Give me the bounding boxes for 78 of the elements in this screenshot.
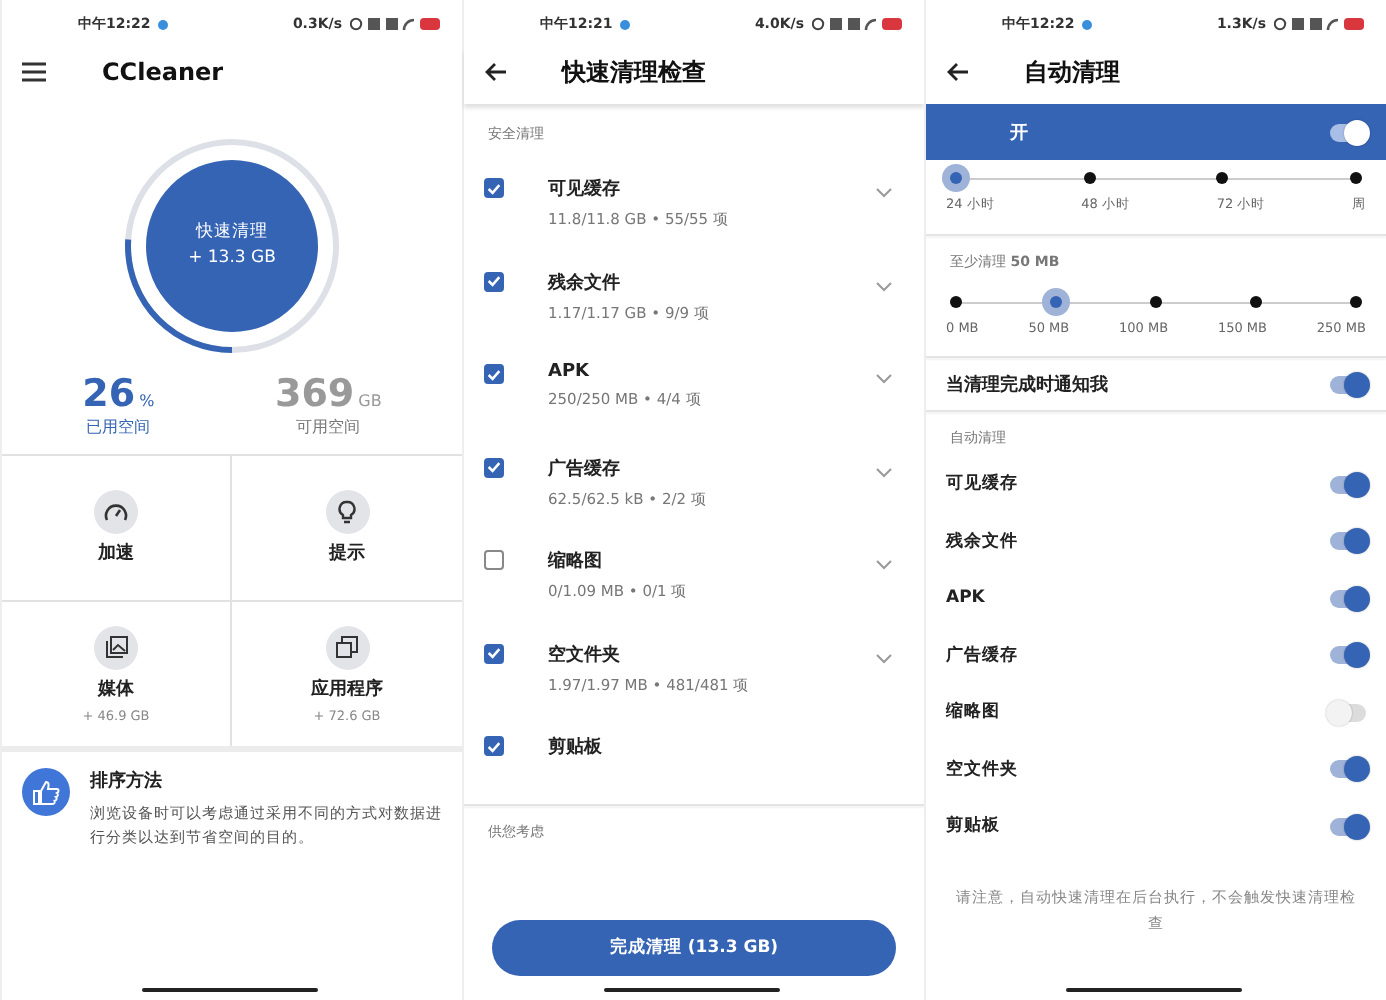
stat-unit: % xyxy=(139,392,155,410)
tile-label: 加速 xyxy=(98,540,134,566)
notification-icon xyxy=(158,19,169,29)
finish-clean-button[interactable]: 完成清理 (13.3 GB) xyxy=(492,920,896,976)
checkbox[interactable] xyxy=(484,364,504,384)
setting-label: 缩略图 xyxy=(946,700,1000,725)
stat-label: 已用空间 xyxy=(86,416,151,438)
stacked-windows-icon xyxy=(336,636,358,658)
slider-stop[interactable] xyxy=(1350,296,1362,308)
notification-icon xyxy=(1082,19,1093,29)
status-icons-drawing xyxy=(812,16,904,32)
tile-label: 媒体 xyxy=(98,677,134,701)
screen-title: 自动清理 xyxy=(1024,55,1120,89)
setting-label: 残余文件 xyxy=(946,529,1018,554)
setting-label: 可见缓存 xyxy=(946,472,1018,497)
feature-tile[interactable]: 加速 xyxy=(2,456,232,602)
stat-unit: GB xyxy=(358,392,382,410)
image-icon xyxy=(105,636,127,658)
thumbs-up-icon xyxy=(22,768,70,816)
slider-stop[interactable] xyxy=(1150,296,1162,308)
checkbox[interactable] xyxy=(484,178,504,198)
notification-icon xyxy=(620,19,631,29)
toggle-switch[interactable] xyxy=(1330,375,1366,393)
slider-stop[interactable] xyxy=(1250,296,1262,308)
item-name: 可见缓存 xyxy=(548,176,622,202)
gauge-icon xyxy=(104,502,128,522)
slider-stop[interactable] xyxy=(942,164,970,192)
setting-label: 当清理完成时通知我 xyxy=(946,372,1108,397)
setting-label: 广告缓存 xyxy=(946,643,1018,668)
item-name: 空文件夹 xyxy=(548,642,622,667)
switch-label: 开 xyxy=(1010,121,1028,145)
chevron-down-icon[interactable] xyxy=(876,560,892,570)
toggle-switch[interactable] xyxy=(1330,589,1366,608)
chevron-down-icon[interactable] xyxy=(876,281,892,291)
status-icons-drawing xyxy=(350,16,442,32)
setting-label: APK xyxy=(946,588,985,609)
menu-icon[interactable] xyxy=(22,62,46,82)
toggle-switch[interactable] xyxy=(1330,760,1366,779)
app-title: CCleaner xyxy=(102,58,224,86)
bulb-icon xyxy=(338,500,356,524)
setting-label: 剪贴板 xyxy=(946,814,1000,839)
status-icons-drawing xyxy=(1274,16,1366,32)
toggle-switch[interactable] xyxy=(1330,817,1366,836)
chevron-down-icon[interactable] xyxy=(876,374,892,384)
chevron-down-icon[interactable] xyxy=(876,653,892,663)
item-name: 缩略图 xyxy=(548,548,604,574)
toggle-switch[interactable] xyxy=(1330,475,1366,494)
checkbox[interactable] xyxy=(484,457,504,477)
checkbox[interactable] xyxy=(484,271,504,291)
stat-value: 369 xyxy=(274,372,355,416)
chevron-down-icon[interactable] xyxy=(876,188,892,198)
quick-clean-button[interactable]: 快速清理 + 13.3 GB xyxy=(146,160,318,332)
toggle-switch[interactable] xyxy=(1330,646,1366,665)
slider-stop[interactable] xyxy=(1216,172,1229,184)
screen-title: 快速清理检查 xyxy=(562,55,706,89)
slider-stop[interactable] xyxy=(1083,172,1096,184)
toggle-switch[interactable] xyxy=(1330,703,1366,722)
back-arrow-icon[interactable] xyxy=(484,62,506,82)
item-name: 剪贴板 xyxy=(548,734,604,760)
slider-stop[interactable] xyxy=(1349,172,1362,184)
tile-label: 提示 xyxy=(329,541,365,566)
checkbox[interactable] xyxy=(484,550,504,570)
slider-stop[interactable] xyxy=(950,296,962,308)
tip-title: 排序方法 xyxy=(90,768,164,794)
back-arrow-icon[interactable] xyxy=(946,62,968,82)
stat-value: 26 xyxy=(82,372,136,416)
toggle-switch[interactable] xyxy=(1330,532,1366,551)
checkbox[interactable] xyxy=(484,736,504,756)
toggle-switch[interactable] xyxy=(1330,123,1366,141)
setting-label: 空文件夹 xyxy=(946,757,1018,782)
chevron-down-icon[interactable] xyxy=(876,467,892,477)
slider-stop[interactable] xyxy=(1042,288,1070,316)
item-name: APK xyxy=(548,362,592,382)
tile-label: 应用程序 xyxy=(311,676,383,701)
item-name: 残余文件 xyxy=(548,270,622,295)
stat-label: 可用空间 xyxy=(296,416,361,438)
item-name: 广告缓存 xyxy=(548,456,622,481)
checkbox[interactable] xyxy=(484,643,504,663)
